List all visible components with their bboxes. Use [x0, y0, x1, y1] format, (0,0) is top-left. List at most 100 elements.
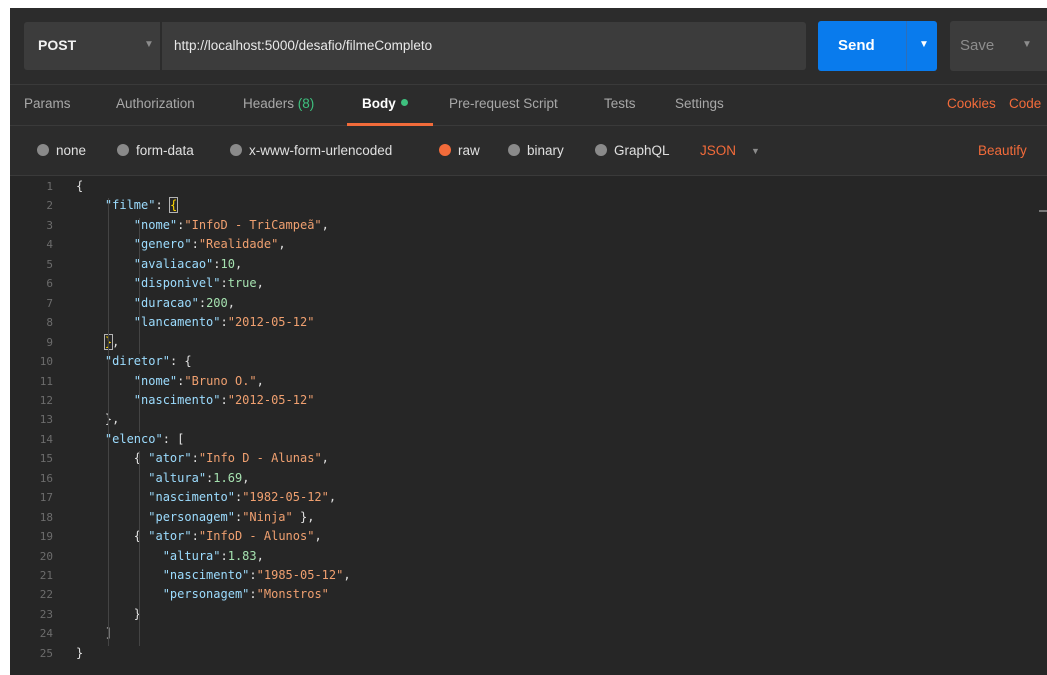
scrollbar-marker[interactable]	[1039, 210, 1047, 212]
tab-tests[interactable]: Tests	[604, 96, 636, 111]
code-line: "elenco": [	[104, 431, 185, 446]
line-number: 22	[39, 588, 53, 602]
line-number: 8	[46, 316, 53, 330]
radio-binary-label: binary	[527, 143, 564, 158]
line-number: 1	[46, 180, 53, 193]
code-line: "personagem":"Ninja" },	[148, 509, 315, 524]
radio-graphql[interactable]: GraphQL	[595, 143, 670, 158]
code-line: "nome":"Bruno O.",	[133, 373, 264, 388]
code-line: "altura":1.83,	[162, 548, 264, 563]
request-url-bar: POST ▼ http://localhost:5000/desafio/fil…	[10, 8, 1047, 84]
radio-circle-icon	[230, 144, 242, 156]
indent-guide	[108, 198, 109, 646]
code-line: "altura":1.69,	[148, 470, 250, 485]
line-number: 25	[39, 646, 53, 660]
code-line: { "ator":"Info D - Alunas",	[76, 451, 329, 466]
line-number: 3	[46, 218, 53, 232]
radio-circle-icon	[117, 144, 129, 156]
send-button[interactable]: Send ▼	[818, 21, 937, 71]
line-number: 15	[39, 452, 53, 466]
method-select[interactable]: POST ▼	[24, 22, 160, 70]
radio-x-www-form-urlencoded[interactable]: x-www-form-urlencoded	[230, 143, 392, 158]
code-line: { "ator":"InfoD - Alunos",	[76, 529, 322, 544]
code-line: },	[76, 333, 119, 350]
cookies-link[interactable]: Cookies	[947, 96, 996, 111]
chevron-down-icon[interactable]: ▼	[919, 39, 929, 50]
url-text: http://localhost:5000/desafio/filmeCompl…	[174, 38, 433, 53]
line-number-gutter: 1 2 3 4 5 6 7 8 9 10 11 12 13 14 15 16 17 18 19 20 21 22 23 24 2…	[10, 176, 66, 675]
tab-headers[interactable]: Headers (8)	[243, 96, 314, 111]
headers-count-badge: (8)	[297, 96, 315, 111]
beautify-link[interactable]: Beautify	[978, 143, 1027, 158]
line-number: 18	[39, 510, 53, 524]
line-number: 17	[39, 491, 53, 505]
tab-settings[interactable]: Settings	[675, 96, 724, 111]
send-divider	[906, 21, 907, 71]
code-line: "nascimento":"1985-05-12",	[162, 568, 351, 582]
chevron-down-icon[interactable]: ▼	[1022, 39, 1032, 50]
code-link[interactable]: Code	[1009, 96, 1041, 111]
request-tabs: Params Authorization Headers (8) Body Pr…	[10, 84, 1047, 126]
line-number: 19	[39, 530, 53, 544]
chevron-down-icon[interactable]: ▼	[751, 146, 760, 156]
line-number: 5	[46, 257, 53, 271]
code-line: "nascimento":"2012-05-12"	[133, 392, 315, 407]
chevron-down-icon: ▼	[144, 39, 154, 50]
line-number: 2	[46, 199, 53, 213]
method-label: POST	[38, 37, 77, 53]
tab-body[interactable]: Body	[362, 96, 408, 111]
code-line: ]	[76, 626, 113, 641]
body-type-selector: none form-data x-www-form-urlencoded raw…	[10, 126, 1047, 176]
code-line: "filme": {	[104, 197, 179, 214]
radio-graphql-label: GraphQL	[614, 143, 670, 158]
code-editor[interactable]: 1 2 3 4 5 6 7 8 9 10 11 12 13 14 15 16 17 18 19 20 21 22 23 24 2…	[10, 176, 1047, 675]
line-number: 13	[39, 413, 53, 427]
code-line: "personagem":"Monstros"	[162, 587, 329, 602]
tab-params[interactable]: Params	[24, 96, 71, 111]
code-line: }	[76, 645, 84, 660]
indent-guide	[139, 373, 140, 432]
code-line: "nome":"InfoD - TriCampeã",	[133, 217, 329, 232]
radio-raw[interactable]: raw	[439, 143, 480, 158]
postman-window: POST ▼ http://localhost:5000/desafio/fil…	[10, 8, 1047, 675]
code-line: "avaliacao":10,	[133, 256, 243, 271]
send-label: Send	[838, 37, 875, 54]
code-line: "nascimento":"1982-05-12",	[148, 490, 337, 505]
radio-none-label: none	[56, 143, 87, 158]
line-number: 11	[39, 374, 53, 388]
save-button[interactable]: Save ▼	[950, 21, 1047, 71]
radio-circle-icon	[508, 144, 520, 156]
url-input[interactable]: http://localhost:5000/desafio/filmeCompl…	[162, 22, 806, 70]
code-line: "duracao":200,	[133, 295, 235, 310]
line-number: 24	[39, 627, 53, 641]
indent-guide	[139, 451, 140, 646]
code-line: {	[76, 179, 84, 193]
radio-form-data[interactable]: form-data	[117, 143, 194, 158]
radio-form-data-label: form-data	[136, 143, 194, 158]
line-number: 21	[39, 569, 53, 582]
body-status-dot	[400, 99, 408, 106]
line-number: 16	[39, 471, 53, 485]
line-number: 23	[39, 607, 53, 621]
radio-none[interactable]: none	[37, 143, 86, 158]
tab-headers-label: Headers	[243, 96, 295, 111]
line-number: 20	[39, 549, 53, 563]
line-number: 14	[39, 432, 53, 446]
tab-authorization[interactable]: Authorization	[116, 96, 195, 111]
code-line: "diretor": {	[104, 354, 192, 369]
format-select[interactable]: JSON	[700, 143, 736, 158]
line-number: 10	[39, 355, 53, 369]
line-number: 6	[46, 277, 53, 291]
tab-body-label: Body	[362, 96, 396, 111]
code-line: "lancamento":"2012-05-12"	[133, 315, 315, 330]
tab-pre-request-script[interactable]: Pre-request Script	[449, 96, 558, 111]
radio-raw-label: raw	[458, 143, 480, 158]
indent-guide	[139, 217, 140, 355]
radio-binary[interactable]: binary	[508, 143, 564, 158]
radio-urlencoded-label: x-www-form-urlencoded	[249, 143, 393, 158]
radio-selected-icon	[439, 144, 451, 156]
save-label: Save	[960, 37, 995, 54]
line-number: 9	[46, 335, 53, 349]
code-line: "disponivel":true,	[133, 276, 264, 291]
radio-circle-icon	[595, 144, 607, 156]
